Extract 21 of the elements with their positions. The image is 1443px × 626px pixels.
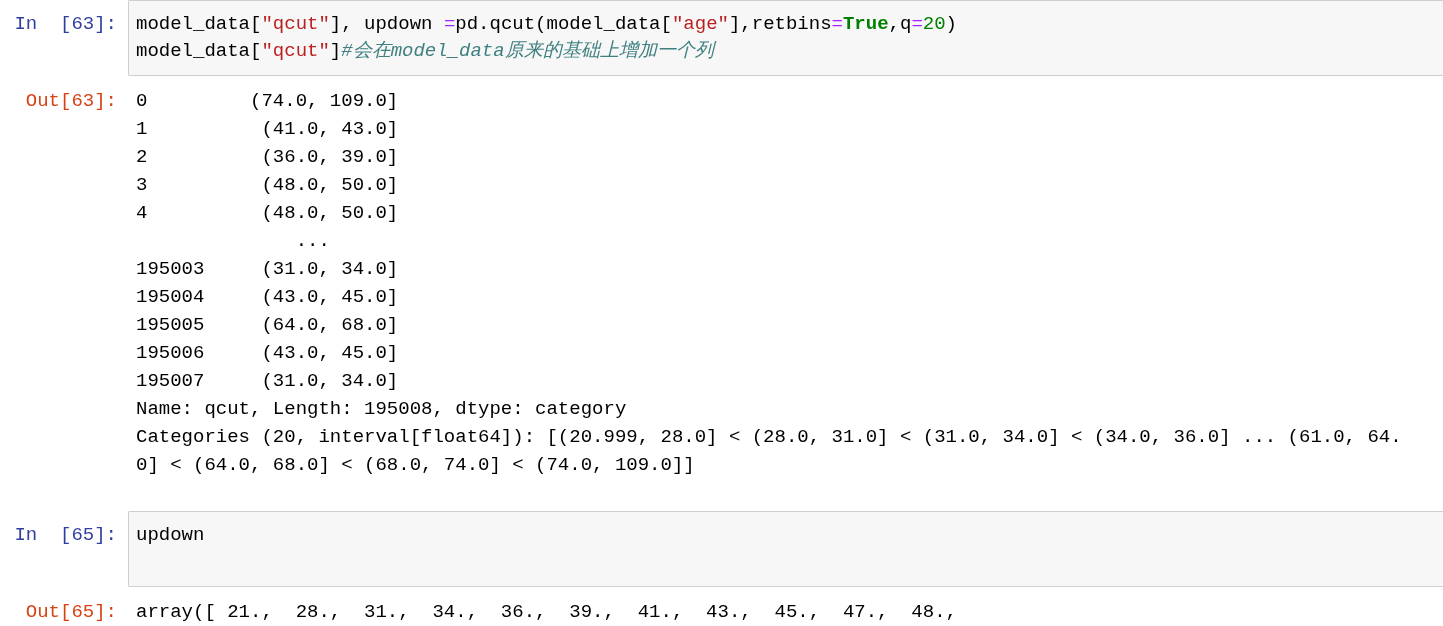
output-line: array([ 21., 28., 31., 34., 36., 39., 41., 43., 45., 47., 48., <box>136 600 957 625</box>
output-line: Categories (20, interval[float64]): [(20.999, 28.0] < (28.0, 31.0] < (31.0, 34.0] < (34.0, 36.0] ... (61.0, 64. <box>136 425 1402 450</box>
output-line: 195007 (31.0, 34.0] <box>136 369 399 394</box>
output-line: 0 (74.0, 109.0] <box>136 89 399 114</box>
output-line: 2 (36.0, 39.0] <box>136 145 399 170</box>
output-line: 1 (41.0, 43.0] <box>136 117 399 142</box>
output-prompt: Out[63]: <box>24 89 118 114</box>
input-prompt: In [65]: <box>13 523 118 548</box>
output-prompt: Out[65]: <box>24 600 118 625</box>
output-line: 195006 (43.0, 45.0] <box>136 341 399 366</box>
output-line: ... <box>294 229 331 254</box>
output-line: 195005 (64.0, 68.0] <box>136 313 399 338</box>
output-line: 195004 (43.0, 45.0] <box>136 285 399 310</box>
output-line: 0] < (64.0, 68.0] < (68.0, 74.0] < (74.0, 109.0]] <box>136 453 695 478</box>
output-line: Name: qcut, Length: 195008, dtype: category <box>136 397 627 422</box>
code-input-field[interactable]: model_data["qcut"], updown =pd.qcut(model_data["age"],retbins=True,q=20) model_data["qcut"]#会在model_data原来的基础上增加一个列 <box>128 0 1443 76</box>
code-input-field[interactable]: updown <box>128 511 1443 587</box>
output-line: 195003 (31.0, 34.0] <box>136 257 399 282</box>
output-line: 3 (48.0, 50.0] <box>136 173 399 198</box>
output-line: 4 (48.0, 50.0] <box>136 201 399 226</box>
input-prompt: In [63]: <box>13 12 118 37</box>
